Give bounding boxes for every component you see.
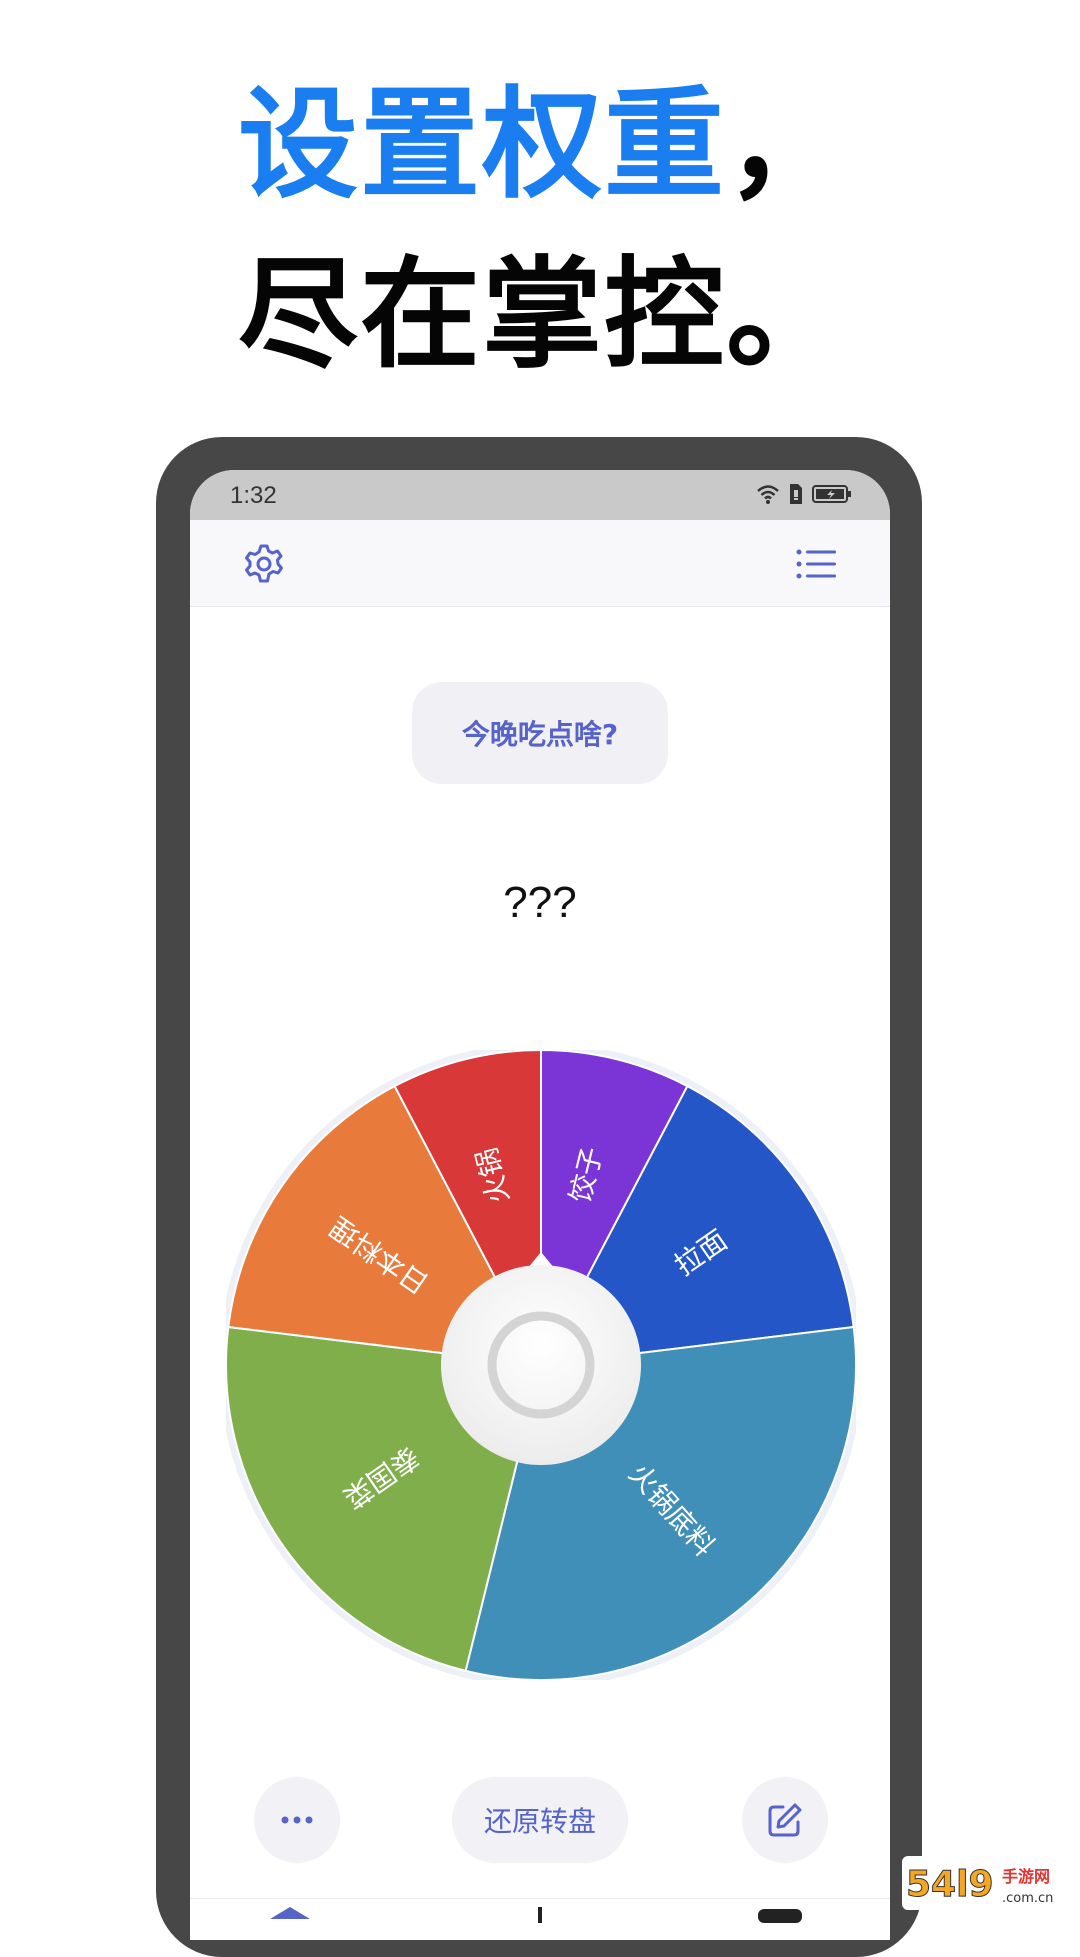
edit-button[interactable] [742,1777,828,1863]
headline-highlight: 设置权重 [238,76,726,215]
wheel-svg[interactable]: 饺子拉面火锅底料泰国菜日本料理火锅 [226,1050,856,1680]
more-button[interactable] [254,1777,340,1863]
list-icon[interactable] [794,542,838,586]
status-bar: 1:32 [190,470,890,520]
bottom-nav [190,1898,890,1940]
headline-comma: ， [726,76,848,215]
nav-center-icon[interactable] [535,1905,545,1925]
spin-wheel[interactable]: 饺子 拉面 火锅底料 泰国菜 日本料理 火锅 [226,1050,856,1680]
headline-line-1: 设置权重， [238,86,848,256]
result-text: ??? [503,878,577,927]
nav-right-icon[interactable] [750,1905,810,1925]
edit-icon [768,1803,802,1837]
question-label: 今晚吃点啥? [461,718,619,751]
status-icons [756,483,852,505]
hub-disc[interactable] [441,1265,641,1465]
svg-text:54l9: 54l9 [906,1864,994,1905]
phone-screen: 1:32 今晚吃点啥? ??? 饺子 拉面 火锅底料 泰国菜 日本料理 火锅 还… [190,470,890,1940]
question-pill[interactable]: 今晚吃点啥? [412,682,668,784]
site-watermark-logo: 54l9 手游网 .com.cn [902,1856,1066,1910]
headline-line-2: 尽在掌控。 [238,246,848,385]
reset-wheel-button[interactable]: 还原转盘 [452,1777,628,1863]
svg-text:.com.cn: .com.cn [1002,1891,1053,1906]
headline: 设置权重， 尽在掌控。 [238,86,848,426]
app-bar [190,520,890,607]
svg-text:手游网: 手游网 [1002,1867,1050,1886]
sim-icon [790,484,802,504]
status-time: 1:32 [230,482,277,509]
nav-home-icon[interactable] [260,1905,320,1925]
battery-icon [812,485,851,503]
gear-icon[interactable] [242,542,286,586]
more-icon [281,1816,313,1824]
wifi-icon [757,485,779,504]
reset-wheel-label: 还原转盘 [483,1805,596,1838]
